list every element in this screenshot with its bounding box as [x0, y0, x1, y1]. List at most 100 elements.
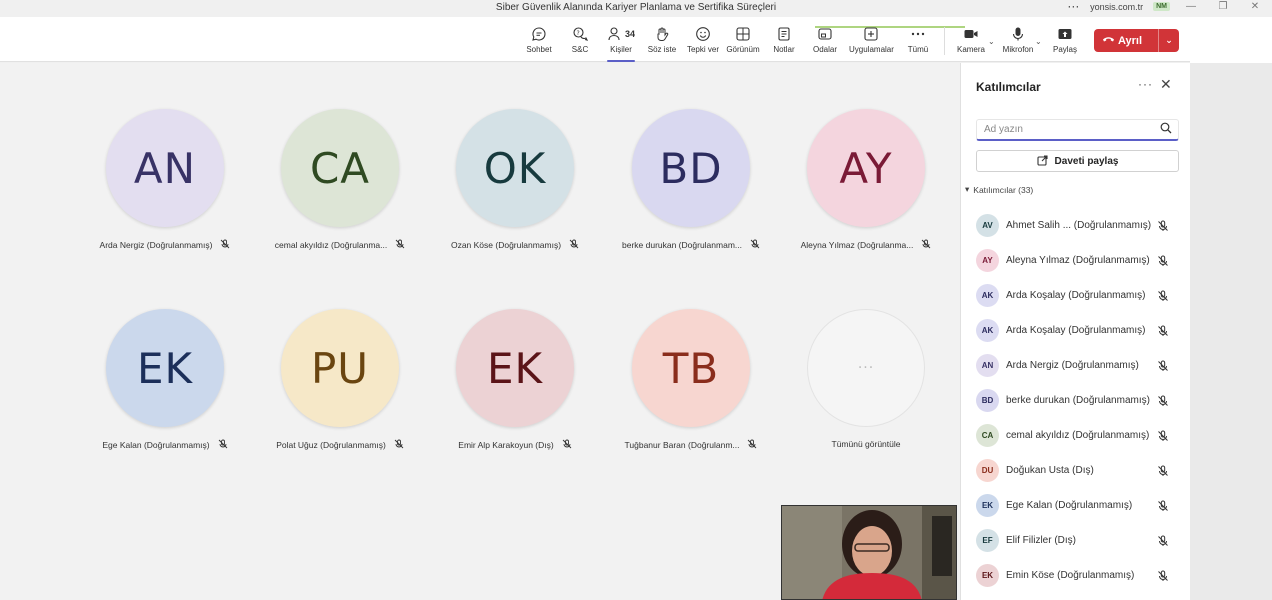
- title-bar-right: ··· yonsis.com.tr NM — ❐ ✕: [1068, 1, 1266, 12]
- participant-name: Elif Filizler (Dış): [1006, 535, 1076, 546]
- meeting-toolbar: Sohbet ? S&C 34 Kişiler Söz iste Tepki v…: [0, 17, 1272, 62]
- share-invite-button[interactable]: Daveti paylaş: [976, 150, 1179, 172]
- tile-avatar: EK: [456, 309, 574, 427]
- close-window-icon[interactable]: ✕: [1244, 1, 1266, 12]
- view-all-tile[interactable]: ··· Tümünü görüntüle: [786, 309, 946, 449]
- participant-row[interactable]: AK Arda Koşalay (Doğrulanmamış): [976, 278, 1186, 313]
- participant-row[interactable]: AK Arda Koşalay (Doğrulanmamış): [976, 313, 1186, 348]
- tile-name: Tuğbanur Baran (Doğrulanm...: [624, 440, 740, 450]
- camera-button[interactable]: Kamera: [949, 25, 993, 54]
- collapse-caret-icon: ▾: [965, 184, 970, 194]
- participant-tile[interactable]: EK Emir Alp Karakoyun (Dış): [435, 309, 595, 451]
- participant-avatar: AV: [976, 214, 999, 237]
- muted-mic-icon: [1154, 395, 1172, 407]
- qa-icon: ?: [558, 25, 602, 43]
- react-button[interactable]: Tepki ver: [681, 25, 725, 54]
- participant-avatar: DU: [976, 459, 999, 482]
- apps-button[interactable]: Uygulamalar: [849, 25, 894, 54]
- qa-button[interactable]: ? S&C: [558, 25, 602, 54]
- participant-row[interactable]: AV Ahmet Salih ... (Doğrulanmamış): [976, 208, 1186, 243]
- notes-button[interactable]: Notlar: [762, 25, 806, 54]
- participant-row[interactable]: AN Arda Nergiz (Doğrulanmamış): [976, 348, 1186, 383]
- panel-title: Katılımcılar: [976, 80, 1041, 94]
- toolbar-divider: [944, 27, 945, 55]
- more-dots-icon: [896, 25, 940, 43]
- leave-button[interactable]: Ayrıl ⌄: [1094, 29, 1179, 52]
- window-edge-top: [1190, 17, 1272, 63]
- raise-hand-button[interactable]: Söz iste: [640, 25, 684, 54]
- share-button[interactable]: Paylaş: [1043, 25, 1087, 54]
- people-icon: 34: [599, 25, 643, 43]
- tile-name: Arda Nergiz (Doğrulanmamış): [99, 240, 213, 250]
- muted-mic-icon: [1154, 255, 1172, 267]
- panel-close-icon[interactable]: ✕: [1160, 76, 1172, 93]
- raise-hand-label: Söz iste: [647, 45, 677, 54]
- participant-name: berke durukan (Doğrulanmamış): [1006, 395, 1150, 406]
- participant-tile[interactable]: PU Polat Uğuz (Doğrulanmamış): [260, 309, 420, 451]
- rooms-button[interactable]: Odalar: [803, 25, 847, 54]
- participants-section-header[interactable]: ▾ Katılımcılar (33): [965, 184, 1033, 195]
- participant-row[interactable]: AY Aleyna Yılmaz (Doğrulanmamış): [976, 243, 1186, 278]
- participant-tile[interactable]: AY Aleyna Yılmaz (Doğrulanma...: [786, 109, 946, 251]
- view-button[interactable]: Görünüm: [721, 25, 765, 54]
- mic-options-icon[interactable]: ⌄: [1035, 37, 1042, 46]
- camera-label: Kamera: [956, 45, 985, 54]
- notes-icon: [762, 25, 806, 43]
- self-video-image: [782, 506, 956, 599]
- participant-tile[interactable]: AN Arda Nergiz (Doğrulanmamış): [85, 109, 245, 251]
- minimize-icon[interactable]: —: [1180, 1, 1202, 12]
- camera-icon: [949, 25, 993, 43]
- self-video-preview[interactable]: [781, 505, 957, 600]
- participant-row[interactable]: EF Elif Filizler (Dış): [976, 523, 1186, 558]
- camera-options-icon[interactable]: ⌄: [988, 37, 995, 46]
- account-avatar[interactable]: NM: [1153, 2, 1170, 11]
- rooms-label: Odalar: [812, 45, 837, 54]
- muted-mic-icon: [394, 439, 404, 451]
- muted-mic-icon: [395, 239, 405, 251]
- muted-mic-icon: [1154, 290, 1172, 302]
- participant-tile[interactable]: CA cemal akyıldız (Doğrulanma...: [260, 109, 420, 251]
- muted-mic-icon: [1154, 535, 1172, 547]
- apps-label: Uygulamalar: [849, 45, 894, 54]
- tile-avatar: CA: [281, 109, 399, 227]
- panel-more-button[interactable]: ···: [1138, 77, 1153, 91]
- participant-tile[interactable]: OK Ozan Köse (Doğrulanmamış): [435, 109, 595, 251]
- participant-tile[interactable]: EK Ege Kalan (Doğrulanmamış): [85, 309, 245, 451]
- search-input[interactable]: [977, 120, 1147, 138]
- chat-button[interactable]: Sohbet: [517, 25, 561, 54]
- participant-row[interactable]: CA cemal akyıldız (Doğrulanmamış): [976, 418, 1186, 453]
- microphone-icon: [996, 25, 1040, 43]
- rooms-icon: [803, 25, 847, 43]
- participant-tile[interactable]: BD berke durukan (Doğrulanmam...: [611, 109, 771, 251]
- participant-avatar: AN: [976, 354, 999, 377]
- restore-icon[interactable]: ❐: [1212, 1, 1234, 12]
- muted-mic-icon: [1154, 430, 1172, 442]
- participant-tile[interactable]: TB Tuğbanur Baran (Doğrulanm...: [611, 309, 771, 451]
- participants-panel: Katılımcılar ··· ✕ Daveti paylaş ▾ Katıl…: [960, 63, 1190, 600]
- share-screen-icon: [1043, 25, 1087, 43]
- title-more-button[interactable]: ···: [1068, 2, 1080, 12]
- grid-view-icon: [721, 25, 765, 43]
- tile-name: Ege Kalan (Doğrulanmamış): [102, 440, 210, 450]
- tile-avatar: TB: [632, 309, 750, 427]
- tile-name: Polat Uğuz (Doğrulanmamış): [276, 440, 386, 450]
- participant-name: Arda Nergiz (Doğrulanmamış): [1006, 360, 1139, 371]
- muted-mic-icon: [562, 439, 572, 451]
- mic-button[interactable]: Mikrofon: [996, 25, 1040, 54]
- more-actions-button[interactable]: Tümü: [896, 25, 940, 54]
- participant-row[interactable]: BD berke durukan (Doğrulanmamış): [976, 383, 1186, 418]
- tile-name-row: Tuğbanur Baran (Doğrulanm...: [611, 439, 771, 451]
- people-count: 34: [624, 29, 635, 39]
- participant-avatar: EK: [976, 564, 999, 587]
- participant-row[interactable]: EK Emin Köse (Doğrulanmamış): [976, 558, 1186, 593]
- participant-row[interactable]: EK Ege Kalan (Doğrulanmamış): [976, 488, 1186, 523]
- participant-row[interactable]: DU Doğukan Usta (Dış): [976, 453, 1186, 488]
- search-icon[interactable]: [1160, 122, 1172, 137]
- tile-name-row: Arda Nergiz (Doğrulanmamış): [85, 239, 245, 251]
- view-label: Görünüm: [726, 45, 760, 54]
- participant-search: [976, 119, 1179, 141]
- muted-mic-icon: [921, 239, 931, 251]
- leave-options-icon[interactable]: ⌄: [1159, 35, 1179, 46]
- participant-avatar: CA: [976, 424, 999, 447]
- people-button[interactable]: 34 Kişiler: [599, 25, 643, 62]
